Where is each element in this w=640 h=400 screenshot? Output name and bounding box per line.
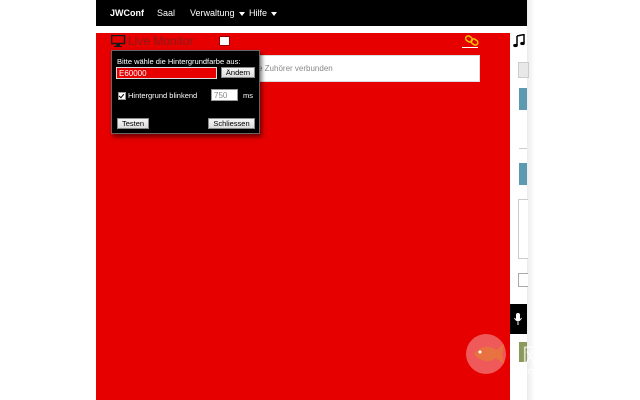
caret-down-icon — [271, 11, 278, 16]
right-panel-checkbox[interactable] — [518, 273, 528, 287]
blink-checkbox[interactable] — [118, 92, 126, 100]
right-panel-button[interactable] — [519, 163, 527, 185]
close-button[interactable]: Schliessen — [208, 118, 255, 129]
nav-hilfe[interactable]: Hilfe — [249, 0, 278, 26]
color-input[interactable]: E60000 — [116, 67, 217, 79]
nav-saal[interactable]: Saal — [157, 0, 175, 26]
monitor-icon — [111, 35, 126, 47]
blink-label: Hintergrund blinkend — [128, 91, 198, 100]
music-note-icon[interactable] — [513, 34, 525, 48]
brand-link[interactable]: JWConf — [110, 0, 144, 26]
ms-unit-label: ms — [243, 91, 253, 100]
color-prompt-label: Bitte wähle die Hintergrundfarbe aus: — [117, 57, 241, 66]
watermark-url: wduoyu.com — [521, 366, 572, 376]
caret-down-icon — [238, 11, 245, 16]
test-button[interactable]: Testen — [117, 118, 149, 129]
right-panel-control[interactable] — [518, 62, 529, 78]
right-panel-button[interactable] — [519, 88, 527, 110]
blink-ms-input[interactable]: 750 — [211, 89, 238, 101]
panel-title: Live Monitor — [128, 34, 194, 48]
change-color-button[interactable]: Ändern — [221, 67, 255, 78]
listeners-status-text: e Zuhörer verbunden — [258, 64, 333, 73]
nav-hilfe-label: Hilfe — [249, 8, 268, 18]
link-underline — [462, 47, 478, 48]
nav-verwaltung[interactable]: Verwaltung — [190, 0, 245, 26]
nav-verwaltung-label: Verwaltung — [190, 8, 235, 18]
fullscreen-toggle[interactable] — [219, 36, 230, 46]
watermark-fish-logo — [466, 334, 506, 374]
right-panel-textarea[interactable] — [518, 199, 528, 259]
link-icon[interactable] — [465, 35, 479, 46]
right-panel-divider — [519, 148, 527, 149]
